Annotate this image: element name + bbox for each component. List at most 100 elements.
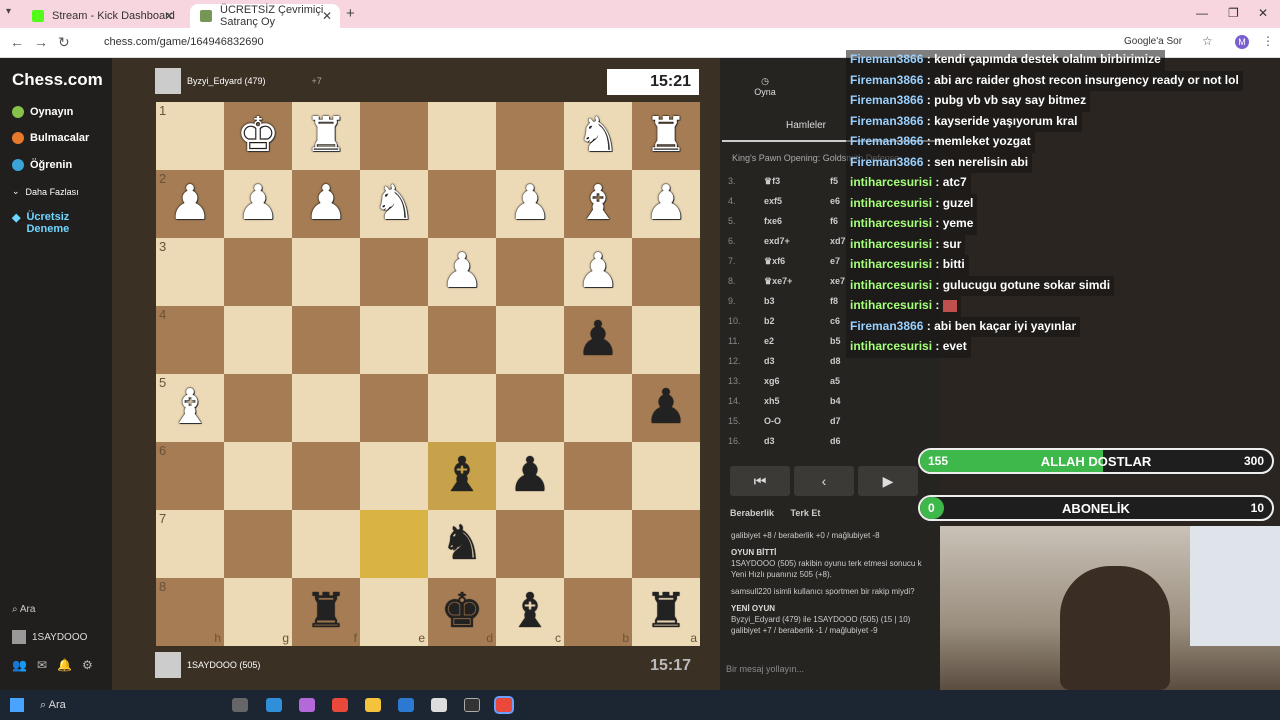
move[interactable]: xh5 [764,396,830,416]
taskbar-search[interactable]: ⌕ Ara [40,699,66,712]
reload-icon[interactable]: ↻ [58,34,70,51]
white-pawn-icon[interactable]: ♟ [440,245,483,298]
black-king-icon[interactable]: ♚ [440,585,483,638]
new-tab-icon[interactable]: + [346,5,355,22]
board-square[interactable] [292,510,360,578]
board-square[interactable]: ♜ [292,102,360,170]
move[interactable]: d3 [764,436,830,456]
board-square[interactable]: b [564,578,632,646]
board-square[interactable] [564,442,632,510]
board-square[interactable] [632,442,700,510]
profile-avatar[interactable]: M [1235,35,1249,49]
google-lens-button[interactable]: Google'a Sor [1124,36,1182,47]
white-pawn-icon[interactable]: ♟ [508,177,551,230]
board-square[interactable]: g [224,578,292,646]
board-square[interactable] [496,306,564,374]
board-square[interactable] [292,238,360,306]
board-square[interactable]: ♞ [428,510,496,578]
next-move-button[interactable]: ▶ [858,466,918,496]
sidebar-item-free-trial[interactable]: ◆ Ücretsiz Deneme [12,211,92,235]
prev-move-button[interactable]: ‹ [794,466,854,496]
forward-icon[interactable]: → [34,34,48,50]
chess-board[interactable]: 1 ♚ ♜ ♞ ♜ 2 ♟ ♟ ♟ ♞ ♟ ♝ ♟ 3 ♟ ♟ 4 ♟ 5 ♝ ♟ 6 ♝ ♟ 7 ♞ 8 h g f ♜ e d ♚ c ♝ b a ♜ [156,102,700,646]
move[interactable]: ♛f3 [764,176,830,196]
bookmark-star-icon[interactable]: ☆ [1202,34,1213,48]
sidebar-item-puzzles[interactable]: Bulmacalar [12,132,89,144]
white-pawn-icon[interactable]: ♟ [304,177,347,230]
board-square[interactable] [224,442,292,510]
board-square[interactable] [632,306,700,374]
gear-icon[interactable]: ⚙ [82,658,103,672]
sidebar-item-play[interactable]: Oynayın [12,106,73,118]
move[interactable]: b4 [830,396,930,416]
board-square[interactable]: ♟ [632,170,700,238]
move[interactable]: xg6 [764,376,830,396]
board-square[interactable]: 6 [156,442,224,510]
copilot-icon[interactable] [299,698,315,712]
mail-icon[interactable]: ✉ [37,658,57,672]
board-square[interactable] [496,374,564,442]
black-rook-icon[interactable]: ♜ [644,585,687,638]
mail-app-icon[interactable] [398,698,414,712]
move[interactable]: e2 [764,336,830,356]
white-pawn-icon[interactable]: ♟ [168,177,211,230]
board-square[interactable]: ♞ [564,102,632,170]
board-square[interactable] [292,306,360,374]
board-square[interactable] [224,306,292,374]
back-icon[interactable]: ← [10,34,24,50]
board-square[interactable]: ♟ [292,170,360,238]
chrome-icon[interactable] [332,698,348,712]
black-pawn-icon[interactable]: ♟ [576,313,619,366]
friends-icon[interactable]: 👥 [12,658,37,672]
chess-com-logo[interactable]: Chess.com [12,70,103,90]
move[interactable]: d3 [764,356,830,376]
board-square[interactable] [224,374,292,442]
board-square[interactable]: 3 [156,238,224,306]
close-tab-icon[interactable]: ✕ [322,9,332,23]
board-square[interactable]: ♞ [360,170,428,238]
move[interactable]: d7 [830,416,930,436]
board-square[interactable]: 4 [156,306,224,374]
sidebar-search[interactable]: ⌕ Ara [12,604,35,615]
board-square[interactable]: d ♚ [428,578,496,646]
board-square[interactable]: ♚ [224,102,292,170]
black-pawn-icon[interactable]: ♟ [644,381,687,434]
board-square[interactable] [360,102,428,170]
board-square[interactable]: ♟ [564,238,632,306]
board-square[interactable]: 1 [156,102,224,170]
edge-icon[interactable] [266,698,282,712]
white-pawn-icon[interactable]: ♟ [236,177,279,230]
chat-message-input[interactable]: Bir mesaj yollayın... [726,664,804,674]
url-field[interactable]: chess.com/game/164946832690 [104,36,264,48]
sidebar-user[interactable]: 1SAYDOOO [12,630,87,644]
black-knight-icon[interactable]: ♞ [440,517,483,570]
board-square[interactable] [428,374,496,442]
white-king-icon[interactable]: ♚ [236,109,279,162]
move[interactable]: O-O [764,416,830,436]
black-rook-icon[interactable]: ♜ [304,585,347,638]
move[interactable]: b2 [764,316,830,336]
board-square[interactable] [360,238,428,306]
board-square[interactable] [428,170,496,238]
move[interactable]: a5 [830,376,930,396]
board-square[interactable]: 2 ♟ [156,170,224,238]
board-square[interactable] [496,510,564,578]
board-square[interactable]: 8h [156,578,224,646]
board-square[interactable] [292,374,360,442]
board-square[interactable] [496,102,564,170]
maximize-icon[interactable]: ❐ [1228,6,1239,20]
white-bishop-icon[interactable]: ♝ [168,381,211,434]
white-bishop-icon[interactable]: ♝ [576,177,619,230]
board-square[interactable]: ♟ [496,170,564,238]
minimize-icon[interactable]: — [1196,6,1208,20]
player-name[interactable]: Byzyi_Edyard (479) [187,76,266,86]
close-window-icon[interactable]: ✕ [1258,6,1268,20]
black-pawn-icon[interactable]: ♟ [508,449,551,502]
bell-icon[interactable]: 🔔 [57,658,82,672]
board-square[interactable] [360,442,428,510]
player-name[interactable]: 1SAYDOOO (505) [187,660,260,670]
move[interactable]: d8 [830,356,930,376]
board-square[interactable]: ♝ [564,170,632,238]
board-square[interactable] [428,306,496,374]
move[interactable]: ♛xe7+ [764,276,830,296]
